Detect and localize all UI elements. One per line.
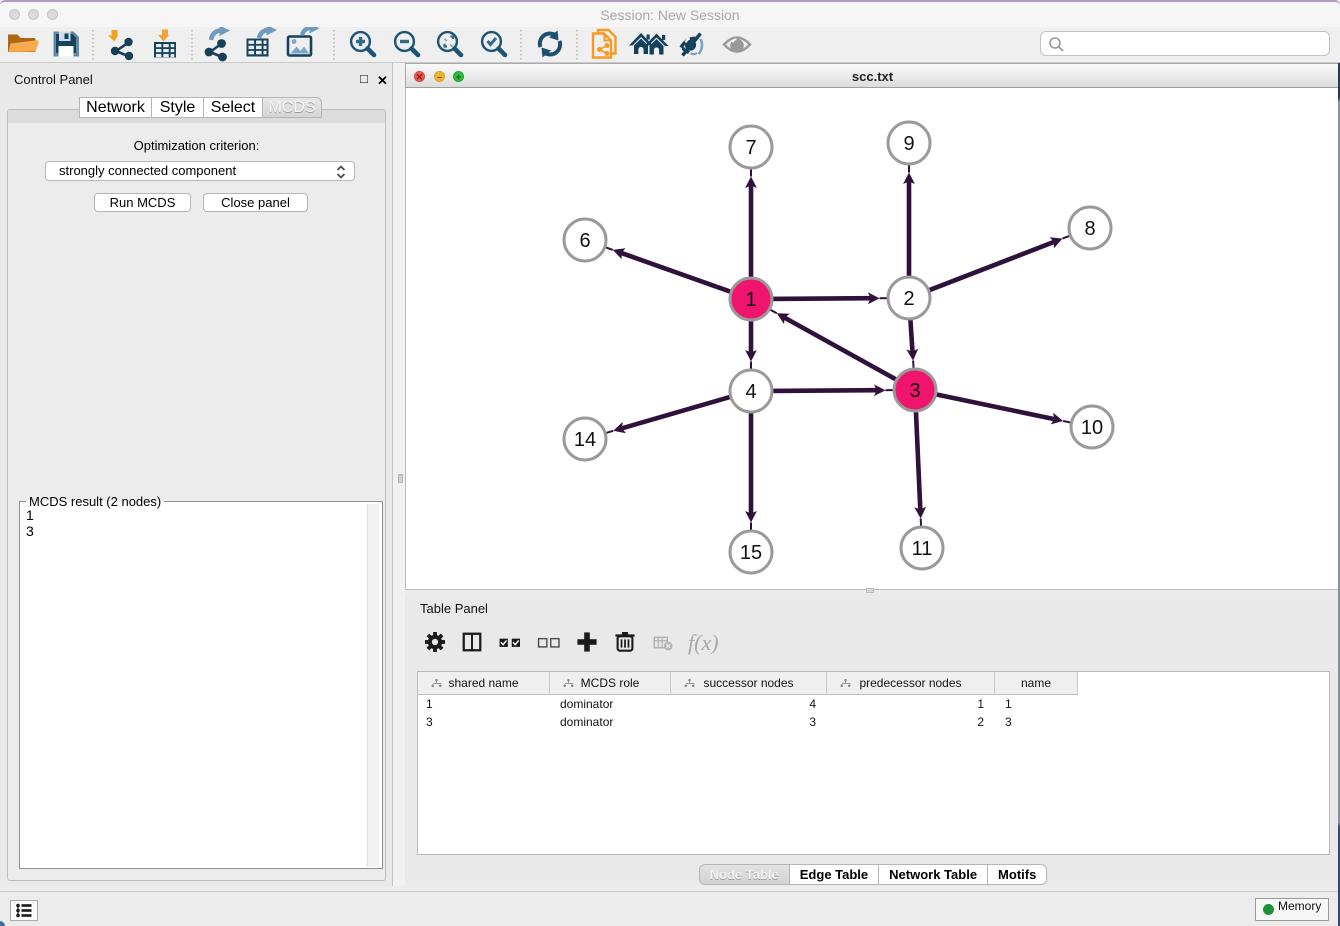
svg-text:10: 10 xyxy=(1081,417,1103,439)
svg-text:4: 4 xyxy=(745,381,756,403)
svg-text:6: 6 xyxy=(579,230,590,252)
svg-text:7: 7 xyxy=(745,137,756,159)
svg-text:8: 8 xyxy=(1084,218,1095,240)
svg-text:15: 15 xyxy=(740,542,762,564)
svg-text:f(x): f(x) xyxy=(688,630,719,655)
svg-text:11: 11 xyxy=(912,538,933,560)
svg-text:2: 2 xyxy=(903,288,914,310)
svg-text:1: 1 xyxy=(745,289,756,311)
svg-text:3: 3 xyxy=(909,380,920,402)
svg-text:14: 14 xyxy=(574,429,596,451)
svg-text:9: 9 xyxy=(903,133,914,155)
